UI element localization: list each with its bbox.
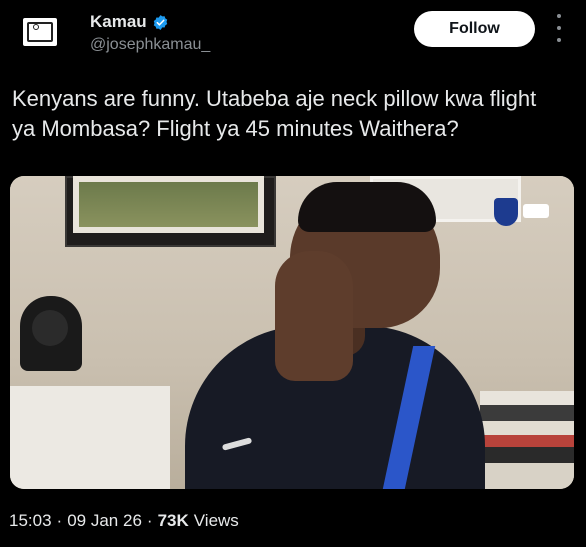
tweet-meta: 15:03 · 09 Jan 26 · 73K Views [9,511,239,531]
tweet-media-image[interactable] [10,176,574,489]
views-label: Views [193,511,239,530]
author-display-name[interactable]: Kamau [90,12,147,32]
meta-separator: · [146,511,153,530]
avatar[interactable] [23,18,57,46]
verified-badge-icon [153,14,167,30]
author-handle[interactable]: @josephkamau_ [90,36,210,54]
sponsor-logo [523,204,549,218]
meta-separator: · [56,511,63,530]
avatar-person-icon [33,24,39,30]
tweet-text: Kenyans are funny. Utabeba aje neck pill… [12,84,577,144]
avatar-frame [27,22,53,42]
views-count[interactable]: 73K [158,511,189,531]
follow-button[interactable]: Follow [414,11,535,47]
tweet-text-line-2: ya Mombasa? Flight ya 45 minutes Waither… [12,116,459,141]
tweet-text-line-1: Kenyans are funny. Utabeba aje neck pill… [12,86,537,111]
tweet-date[interactable]: 09 Jan 26 [67,511,142,531]
tweet-time[interactable]: 15:03 [9,511,52,531]
person-hand [275,251,353,381]
book-stack [480,391,574,489]
more-options-icon[interactable] [553,14,565,42]
federation-logo [494,198,518,226]
author-name-row: Kamau [90,12,169,32]
